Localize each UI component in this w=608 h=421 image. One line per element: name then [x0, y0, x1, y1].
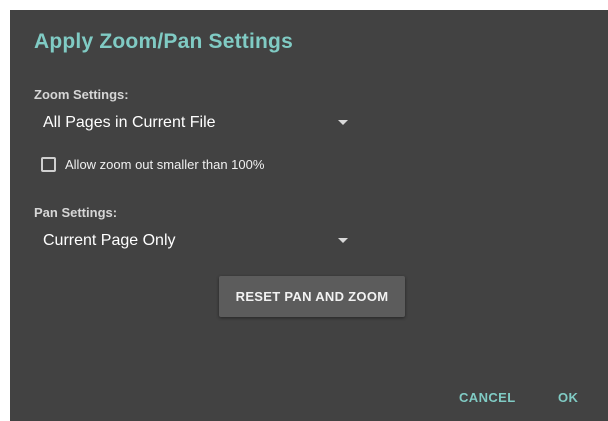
caret-down-icon: [338, 238, 348, 243]
dialog-title: Apply Zoom/Pan Settings: [34, 30, 293, 53]
reset-pan-zoom-button[interactable]: RESET PAN AND ZOOM: [219, 276, 405, 317]
zoom-pan-dialog: Apply Zoom/Pan Settings Zoom Settings: A…: [10, 10, 608, 421]
checkbox-unchecked-icon[interactable]: [41, 156, 56, 172]
pan-settings-dropdown[interactable]: Current Page Only: [43, 227, 353, 255]
allow-zoom-out-label: Allow zoom out smaller than 100%: [65, 156, 265, 172]
zoom-settings-dropdown[interactable]: All Pages in Current File: [43, 109, 353, 137]
cancel-button[interactable]: CANCEL: [459, 390, 516, 405]
ok-button[interactable]: OK: [558, 390, 578, 405]
zoom-settings-label: Zoom Settings:: [34, 87, 129, 102]
pan-settings-label: Pan Settings:: [34, 205, 118, 220]
zoom-settings-value: All Pages in Current File: [43, 114, 216, 131]
caret-down-icon: [338, 120, 348, 125]
allow-zoom-out-checkbox[interactable]: Allow zoom out smaller than 100%: [41, 153, 264, 175]
pan-settings-value: Current Page Only: [43, 232, 176, 249]
